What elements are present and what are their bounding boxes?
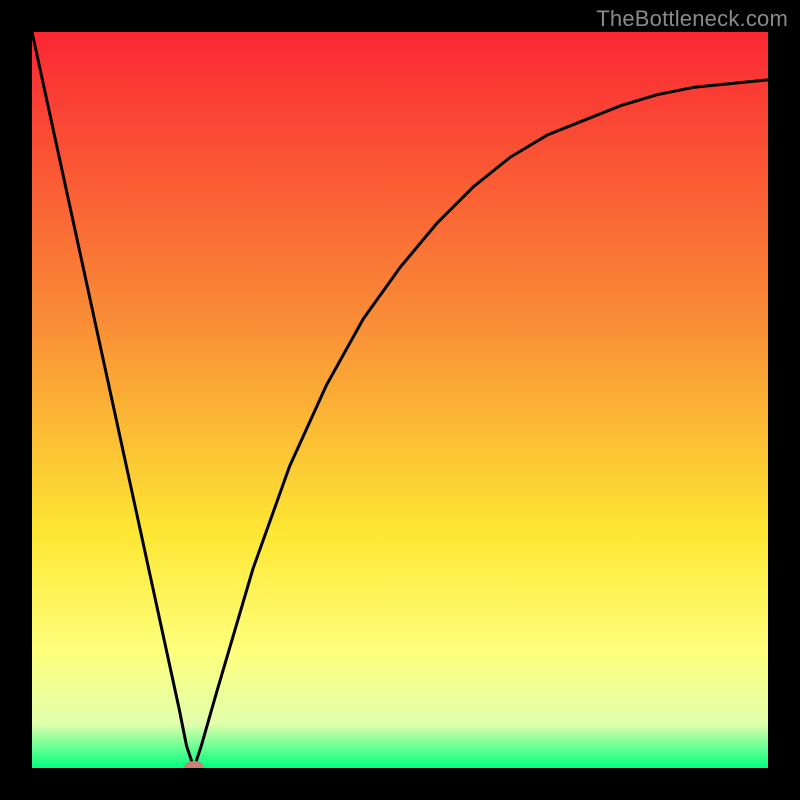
gradient-background bbox=[32, 32, 768, 768]
chart-frame: TheBottleneck.com bbox=[0, 0, 800, 800]
plot-area bbox=[32, 32, 768, 768]
watermark-text: TheBottleneck.com bbox=[596, 6, 788, 32]
optimal-point-marker bbox=[184, 761, 204, 768]
chart-svg bbox=[32, 32, 768, 768]
